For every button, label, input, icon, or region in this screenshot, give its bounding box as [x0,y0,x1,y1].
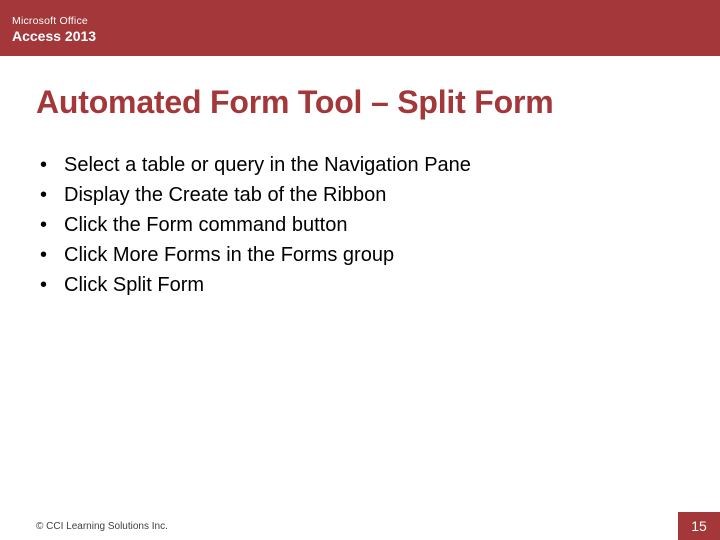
header-bar: Microsoft Office Access 2013 [0,0,720,56]
header-product: Access 2013 [12,28,708,44]
bullet-text: Click Split Form [64,271,204,299]
header-brand: Microsoft Office [12,15,708,27]
bullet-text: Click More Forms in the Forms group [64,241,394,269]
footer: © CCI Learning Solutions Inc. 15 [0,512,720,540]
bullet-icon: • [40,181,64,209]
slide-content: Automated Form Tool – Split Form • Selec… [0,56,720,299]
list-item: • Click the Form command button [40,211,684,239]
bullet-icon: • [40,151,64,179]
bullet-icon: • [40,271,64,299]
list-item: • Select a table or query in the Navigat… [40,151,684,179]
list-item: • Display the Create tab of the Ribbon [40,181,684,209]
page-number: 15 [678,512,720,540]
bullet-icon: • [40,241,64,269]
bullet-text: Select a table or query in the Navigatio… [64,151,471,179]
bullet-icon: • [40,211,64,239]
footer-copyright: © CCI Learning Solutions Inc. [0,521,168,532]
bullet-list: • Select a table or query in the Navigat… [36,151,684,299]
list-item: • Click More Forms in the Forms group [40,241,684,269]
slide-title: Automated Form Tool – Split Form [36,84,684,121]
bullet-text: Click the Form command button [64,211,347,239]
list-item: • Click Split Form [40,271,684,299]
bullet-text: Display the Create tab of the Ribbon [64,181,386,209]
